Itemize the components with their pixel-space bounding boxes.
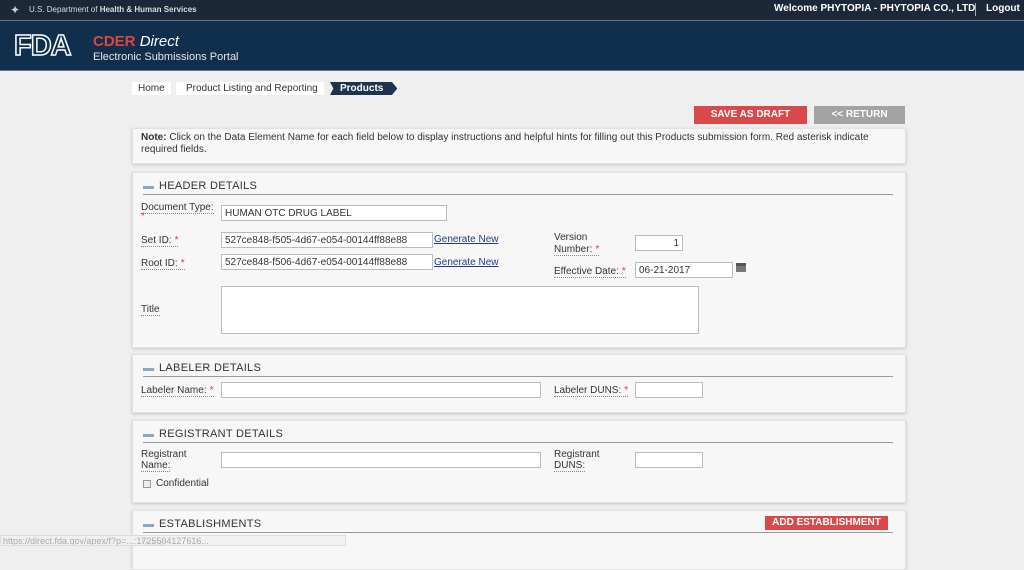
calendar-icon[interactable] [736,263,746,272]
required-asterisk: * [621,266,626,277]
divider [975,3,976,16]
note-panel: Note: Click on the Data Element Name for… [132,128,906,164]
site-header: FDA CDER Direct Electronic Submissions P… [0,20,1024,71]
header-details-title: HEADER DETAILS [143,180,893,195]
title-field[interactable] [221,286,699,334]
logout-link[interactable]: Logout [986,3,1020,14]
set-id-label[interactable]: Set ID: * [141,235,179,247]
labeler-details-panel: LABELER DETAILS Labeler Name: * Labeler D… [132,354,906,413]
hhs-label: U.S. Department of Health & Human Servic… [29,5,197,14]
confidential-label[interactable]: Confidential [156,478,209,489]
registrant-name-label-line1[interactable]: Registrant [141,449,187,460]
portal-title: CDER Direct [93,33,179,50]
root-id-label[interactable]: Root ID: * [141,258,185,270]
version-label-line1[interactable]: Version [554,232,587,243]
required-asterisk: * [624,385,629,396]
portal-subtitle: Electronic Submissions Portal [93,51,239,63]
cder-text: CDER [93,33,136,50]
required-asterisk: * [595,244,600,255]
labeler-duns-field[interactable] [635,382,703,398]
save-as-draft-button[interactable]: SAVE AS DRAFT [694,106,807,124]
registrant-details-panel: REGISTRANT DETAILS Registrant Name: Regi… [132,420,906,503]
fda-logo[interactable]: FDA [13,29,72,63]
confidential-checkbox[interactable] [143,480,151,488]
effective-date-field[interactable]: 06-21-2017 [635,262,733,278]
registrant-name-field[interactable] [221,452,541,468]
required-asterisk: * [174,235,179,246]
root-id-field[interactable]: 527ce848-f506-4d67-e054-00144ff88e88 [221,254,433,270]
breadcrumb-home[interactable]: Home [132,82,171,95]
document-type-field[interactable]: HUMAN OTC DRUG LABEL [221,205,447,221]
document-type-label[interactable]: Document Type: [141,202,214,214]
generate-root-id-link[interactable]: Generate New [434,257,498,268]
version-label-text: Number: [554,244,593,255]
root-id-label-text: Root ID: [141,258,178,269]
required-asterisk: * [141,211,145,222]
version-number-field[interactable]: 1 [635,235,683,251]
registrant-duns-label[interactable]: DUNS: [554,460,586,472]
header-details-panel: HEADER DETAILS Document Type: * HUMAN OT… [132,172,906,348]
labeler-name-label[interactable]: Labeler Name: * [141,385,214,397]
top-bar: ✦ U.S. Department of Health & Human Serv… [0,0,1024,20]
agency-text: U.S. Department of [29,5,100,14]
required-asterisk: * [209,385,214,396]
set-id-field[interactable]: 527ce848-f505-4d67-e054-00144ff88e88 [221,232,433,248]
labeler-name-label-text: Labeler Name: [141,385,207,396]
title-label[interactable]: Title [141,304,160,316]
labeler-duns-label-text: Labeler DUNS: [554,385,622,396]
registrant-name-label[interactable]: Name: [141,460,171,472]
return-button[interactable]: << RETURN [814,106,905,124]
note-text: Click on the Data Element Name for each … [141,132,869,155]
breadcrumb-products[interactable]: Products [330,82,398,95]
status-bar-url: https://direct.fda.gov/apex/f?p=...:1725… [0,535,346,546]
add-establishment-button[interactable]: ADD ESTABLISHMENT [765,516,888,530]
set-id-label-text: Set ID: [141,235,172,246]
registrant-duns-field[interactable] [635,452,703,468]
agency-bold: Health & Human Services [99,5,197,14]
labeler-name-field[interactable] [221,382,541,398]
required-asterisk: * [180,258,185,269]
version-label[interactable]: Number: * [554,244,600,256]
registrant-details-title: REGISTRANT DETAILS [143,428,893,443]
registrant-duns-label-line1[interactable]: Registrant [554,449,600,460]
breadcrumb-product-listing[interactable]: Product Listing and Reporting [176,82,324,95]
direct-text: Direct [139,33,179,50]
hhs-eagle-icon: ✦ [10,3,21,17]
generate-set-id-link[interactable]: Generate New [434,234,498,245]
effective-date-label-text: Effective Date: [554,266,619,277]
welcome-text: Welcome PHYTOPIA - PHYTOPIA CO., LTD [774,3,976,14]
effective-date-label[interactable]: Effective Date: * [554,266,626,278]
note-label: Note: [141,132,167,143]
labeler-details-title: LABELER DETAILS [143,362,893,377]
labeler-duns-label[interactable]: Labeler DUNS: * [554,385,629,397]
